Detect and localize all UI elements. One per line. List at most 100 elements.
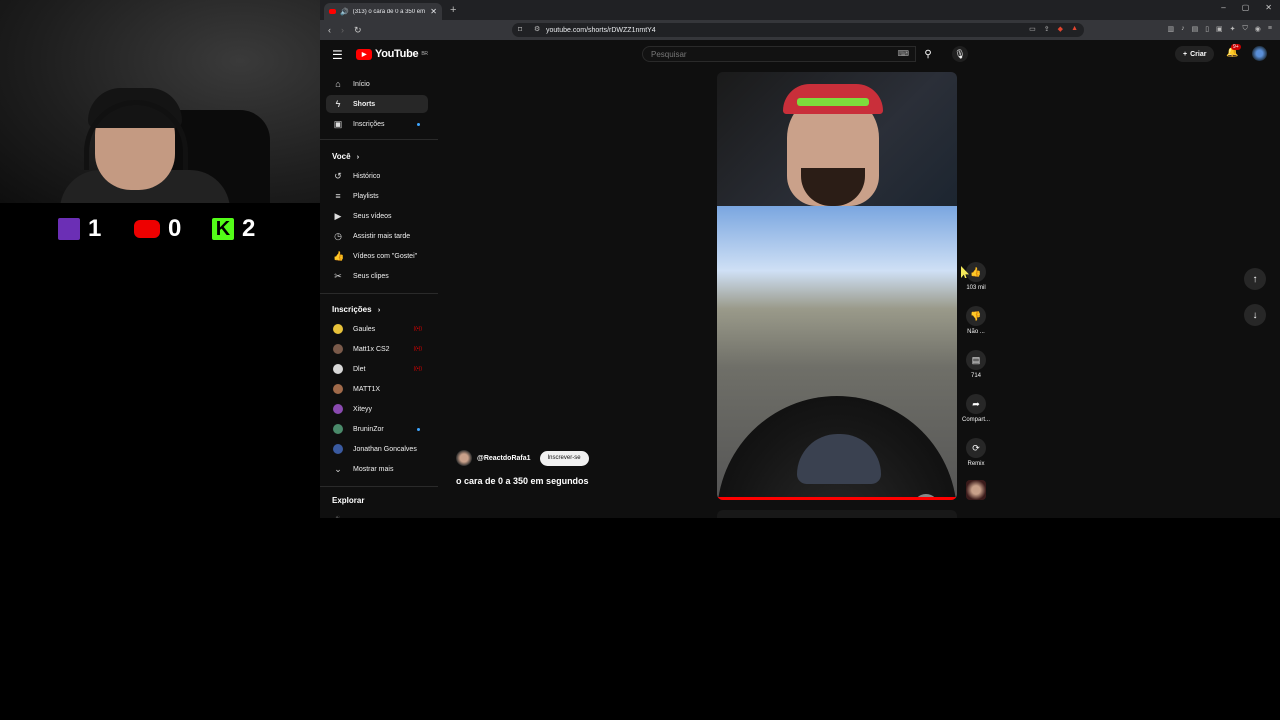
comment-icon[interactable]: ▤: [966, 350, 986, 370]
show-more-button[interactable]: ⌄ Mostrar mais: [326, 460, 428, 478]
browser-tab[interactable]: 🔊 (313) o cara de 0 a 350 em se... ✕: [324, 3, 442, 20]
remix-label: Remix: [967, 461, 985, 467]
thumbs-up-icon[interactable]: 👍: [966, 262, 986, 282]
sidebar-sub-bruninzor[interactable]: BruninZor: [326, 420, 428, 438]
sidebar-sub-matt1x[interactable]: MATT1X: [326, 380, 428, 398]
share-page-icon[interactable]: ⇪: [1044, 25, 1050, 33]
brave-shield-icon[interactable]: ◆: [1058, 25, 1063, 33]
microphone-icon[interactable]: 🎙: [952, 46, 968, 62]
back-icon[interactable]: ‹: [328, 25, 331, 35]
previous-short-arrow-up-icon[interactable]: ↑: [1244, 268, 1266, 290]
sidebar-item-label: BruninZor: [353, 425, 384, 433]
account-avatar[interactable]: [1252, 46, 1267, 61]
sidebar-item-label: Início: [353, 80, 370, 88]
clips-icon: ✂: [334, 270, 342, 281]
sidebar-item-watch-later[interactable]: ◷ Assistir mais tarde: [326, 227, 428, 245]
twitch-score: 1: [58, 215, 101, 243]
sidebar-item-playlists[interactable]: ≡ Playlists: [326, 187, 428, 205]
rewards-icon[interactable]: ▲: [1071, 25, 1078, 33]
sidebar-item-shorts[interactable]: ϟ Shorts: [326, 95, 428, 113]
sidebar-item-clips[interactable]: ✂ Seus clipes: [326, 267, 428, 285]
sidebar-item-home[interactable]: ⌂ Início: [326, 75, 428, 93]
sidebar-sub-jonathan-goncalves[interactable]: Jonathan Goncalves: [326, 440, 428, 458]
you-section-header[interactable]: Você ›: [332, 152, 359, 161]
sidebar-item-trending-partial[interactable]: ♨: [326, 510, 428, 519]
share-icon[interactable]: ➦: [966, 394, 986, 414]
region-code: BR: [421, 51, 428, 57]
sidebar-item-label: Mostrar mais: [353, 465, 394, 473]
address-bar[interactable]: ⌑ ⚙ youtube.com/shorts/rDWZZ1nmtY4 ▭ ⇪ ◆…: [512, 23, 1084, 37]
split-view-icon[interactable]: ▯: [1205, 25, 1209, 33]
twitch-icon: [58, 218, 80, 240]
sidebar-sub-matt1x-cs2[interactable]: Matt1x CS2 ((•)): [326, 340, 428, 358]
youtube-play-icon: ▶: [356, 48, 372, 60]
keyboard-icon[interactable]: ⌨: [897, 49, 909, 58]
cast-icon[interactable]: ▭: [1029, 25, 1036, 33]
close-window-button[interactable]: ✕: [1265, 3, 1272, 12]
sidebar-toggle-icon[interactable]: ▥: [1167, 25, 1174, 33]
remix-action[interactable]: ⟳ Remix: [960, 438, 992, 467]
shorts-player[interactable]: [717, 72, 957, 500]
sidebar-item-label: Matt1x CS2: [353, 345, 390, 353]
create-button[interactable]: + Criar: [1175, 46, 1215, 62]
video-progress-bar[interactable]: [717, 497, 957, 500]
vpn-icon[interactable]: ⛉: [1243, 25, 1248, 33]
sound-source-thumbnail[interactable]: [966, 480, 986, 500]
speaker-icon[interactable]: 🔊: [340, 8, 349, 16]
sidebar-sub-gaules[interactable]: Gaules ((•)): [326, 320, 428, 338]
sidebar-item-history[interactable]: ↺ Histórico: [326, 167, 428, 185]
site-info-icon[interactable]: ⚙: [534, 25, 540, 33]
forward-icon[interactable]: ›: [341, 25, 344, 35]
new-content-dot: [417, 122, 420, 126]
music-icon[interactable]: ♪: [1181, 25, 1185, 33]
hamburger-menu-icon[interactable]: ☰: [332, 48, 343, 62]
search-placeholder: Pesquisar: [651, 50, 687, 59]
channel-avatar: [333, 324, 343, 334]
like-count: 103 mil: [966, 285, 986, 291]
profile-icon[interactable]: ◉: [1255, 25, 1261, 33]
subscriptions-section-header[interactable]: Inscrições ›: [332, 305, 380, 314]
thumbs-down-icon[interactable]: 👎: [966, 306, 986, 326]
browser-menu-icon[interactable]: ≡: [1268, 25, 1272, 33]
search-icon[interactable]: ⚲: [916, 46, 940, 62]
extensions-icon[interactable]: ✦: [1230, 25, 1236, 33]
sidebar-sub-xiteyy[interactable]: Xiteyy: [326, 400, 428, 418]
share-action[interactable]: ➦ Compart...: [960, 394, 992, 423]
comments-action[interactable]: ▤ 714: [960, 350, 992, 379]
restore-button[interactable]: ▢: [1242, 3, 1250, 12]
sidebar-item-your-videos[interactable]: ▶ Seus vídeos: [326, 207, 428, 225]
sidebar-item-label: Gaules: [353, 325, 376, 333]
channel-avatar: [333, 364, 343, 374]
youtube-favicon-icon: [329, 9, 336, 14]
search-input[interactable]: Pesquisar ⌨: [642, 46, 916, 62]
bookmark-icon[interactable]: ⌑: [518, 25, 522, 34]
channel-name[interactable]: @ReactdoRafa1: [477, 455, 531, 462]
channel-avatar[interactable]: [456, 450, 472, 466]
youtube-logo[interactable]: ▶ YouTube BR: [356, 48, 428, 60]
youtube-header: ☰ ▶ YouTube BR Pesquisar ⌨ ⚲ 🎙 + Criar 🔔…: [320, 40, 1280, 68]
live-icon: ((•)): [413, 346, 422, 352]
youtube-icon: [134, 220, 160, 238]
wallet-icon[interactable]: ▣: [1216, 25, 1223, 33]
sidebar-item-liked[interactable]: 👍 Vídeos com "Gostei": [326, 247, 428, 265]
dislike-action[interactable]: 👎 Não ...: [960, 306, 992, 335]
share-label: Compart...: [961, 417, 990, 423]
channel-avatar: [333, 384, 343, 394]
sidebar-sub-dlet[interactable]: Dlet ((•)): [326, 360, 428, 378]
youtube-score-value: 0: [168, 215, 182, 242]
notifications-icon[interactable]: 🔔 9+: [1226, 44, 1241, 58]
next-short-arrow-down-icon[interactable]: ↓: [1244, 304, 1266, 326]
reload-icon[interactable]: ↻: [354, 25, 362, 36]
subscribe-button[interactable]: Inscrever-se: [539, 450, 589, 466]
youtube-logo-text: YouTube: [375, 48, 419, 60]
sidebar-item-label: Xiteyy: [353, 405, 373, 413]
close-tab-icon[interactable]: ✕: [430, 7, 437, 16]
kick-score: K 2: [212, 215, 255, 243]
minimize-button[interactable]: –: [1221, 3, 1225, 12]
sidebar-item-subscriptions[interactable]: ▣ Inscrições: [326, 115, 428, 133]
remix-icon[interactable]: ⟳: [966, 438, 986, 458]
new-tab-icon[interactable]: +: [450, 4, 456, 16]
short-title[interactable]: o cara de 0 a 350 em segundos: [456, 476, 589, 486]
next-short-preview[interactable]: [717, 510, 957, 518]
reading-list-icon[interactable]: ▤: [1192, 25, 1199, 33]
